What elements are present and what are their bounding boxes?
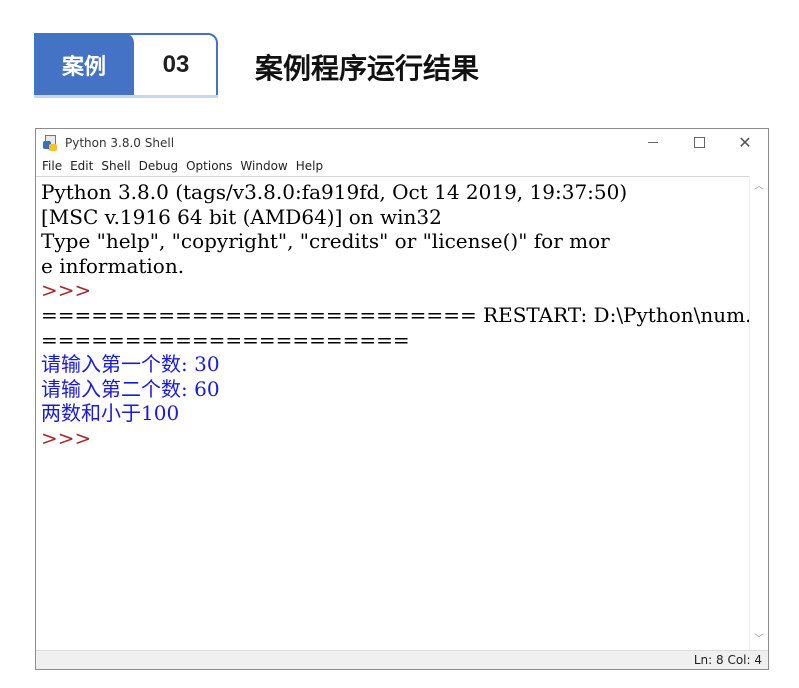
slide-header-shadow bbox=[34, 95, 218, 98]
slide-header-tag: 案例 bbox=[34, 33, 134, 97]
menu-shell[interactable]: Shell bbox=[101, 159, 130, 173]
shell-prompt: >>> bbox=[41, 278, 92, 303]
shell-text-area[interactable]: Python 3.8.0 (tags/v3.8.0:fa919fd, Oct 1… bbox=[36, 176, 750, 651]
chevron-up-icon[interactable]: ︿ bbox=[754, 182, 764, 192]
minimize-icon bbox=[648, 142, 658, 143]
shell-line: 两数和小于100 bbox=[41, 401, 180, 426]
window-controls: ✕ bbox=[630, 129, 768, 156]
python-idle-icon bbox=[43, 134, 59, 151]
close-button[interactable]: ✕ bbox=[722, 129, 768, 156]
shell-line: e information. bbox=[41, 253, 185, 278]
shell-line: Type "help", "copyright", "credits" or "… bbox=[41, 229, 610, 254]
slide-title: 案例程序运行结果 bbox=[255, 52, 480, 85]
idle-shell-window: Python 3.8.0 Shell ✕ File Edit Shell Deb… bbox=[35, 128, 769, 670]
shell-line: ========================== RESTART: D:\P… bbox=[41, 302, 750, 327]
shell-output: Python 3.8.0 (tags/v3.8.0:fa919fd, Oct 1… bbox=[41, 180, 750, 451]
slide-header-number: 03 bbox=[162, 51, 190, 78]
maximize-button[interactable] bbox=[676, 129, 722, 156]
menu-file[interactable]: File bbox=[42, 159, 62, 173]
menu-help[interactable]: Help bbox=[296, 159, 323, 173]
shell-prompt: >>> bbox=[41, 425, 92, 450]
cursor-position: Ln: 8 Col: 4 bbox=[693, 653, 762, 667]
menubar: File Edit Shell Debug Options Window Hel… bbox=[36, 156, 768, 176]
menu-edit[interactable]: Edit bbox=[70, 159, 93, 173]
vertical-scrollbar[interactable]: ︿ ﹀ bbox=[749, 176, 768, 651]
shell-line: 请输入第一个数: 30 bbox=[41, 352, 220, 377]
minimize-button[interactable] bbox=[630, 129, 676, 156]
window-title: Python 3.8.0 Shell bbox=[65, 135, 175, 150]
status-bar: Ln: 8 Col: 4 bbox=[36, 650, 768, 669]
menu-options[interactable]: Options bbox=[186, 159, 232, 173]
menu-debug[interactable]: Debug bbox=[139, 159, 178, 173]
shell-line: 请输入第二个数: 60 bbox=[41, 376, 220, 401]
window-titlebar[interactable]: Python 3.8.0 Shell ✕ bbox=[36, 129, 768, 156]
close-icon: ✕ bbox=[738, 132, 752, 152]
menu-window[interactable]: Window bbox=[240, 159, 287, 173]
maximize-icon bbox=[693, 137, 705, 148]
shell-line: ====================== bbox=[41, 327, 410, 352]
shell-line: [MSC v.1916 64 bit (AMD64)] on win32 bbox=[41, 204, 442, 229]
shell-line: Python 3.8.0 (tags/v3.8.0:fa919fd, Oct 1… bbox=[41, 180, 628, 204]
chevron-down-icon[interactable]: ﹀ bbox=[754, 635, 764, 645]
